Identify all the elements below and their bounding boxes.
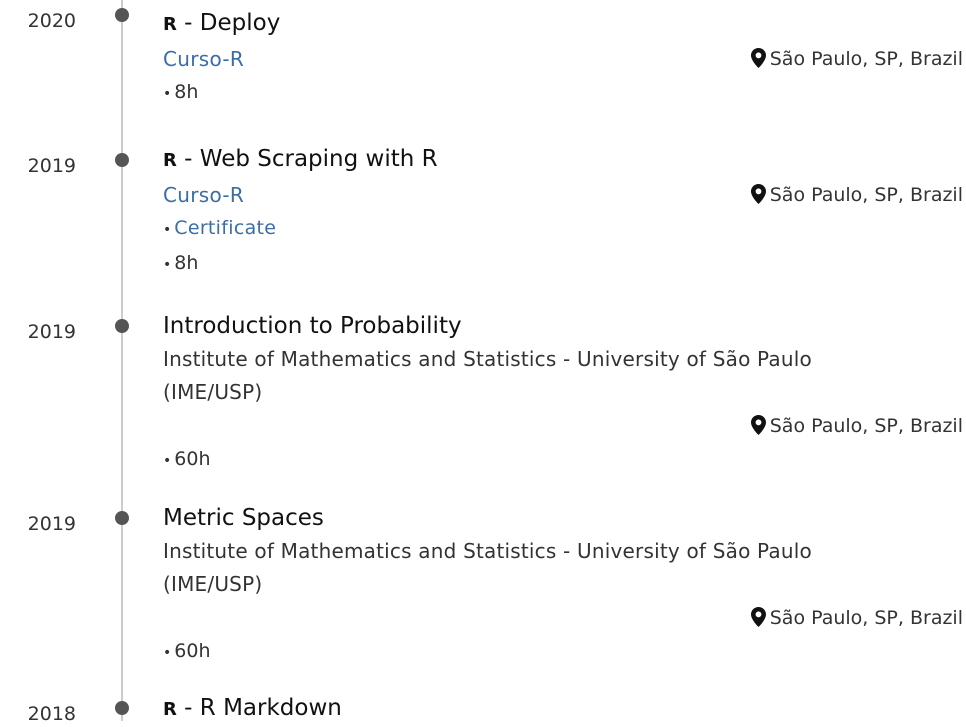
r-logo-icon: R [163,699,177,720]
entry-title: R - Web Scraping with R [163,142,963,178]
timeline-dot [115,8,129,22]
institution-row: Curso-R São Paulo, SP, Brazil [163,42,963,76]
bullet: • [163,222,172,238]
detail-item: • 60h [163,635,963,670]
entry-title: R - R Markdown [163,691,963,727]
entry-year: 2019 [27,321,76,343]
entry-year: 2019 [27,513,76,535]
map-marker-icon [750,48,766,68]
entry-location: São Paulo, SP, Brazil [750,601,963,635]
institution-abbrev: (IME/USP) [163,572,263,596]
timeline-dot [115,511,129,525]
bullet: • [163,645,172,661]
map-marker-icon [750,415,766,435]
institution-name: Institute of Mathematics and Statistics … [163,539,812,563]
r-logo-icon: R [163,14,177,35]
timeline-dot [115,319,129,333]
entry-title: Metric Spaces [163,505,324,531]
detail-hours: 8h [174,252,199,274]
bullet: • [163,257,172,273]
entry-year: 2019 [27,155,76,177]
entry-year: 2020 [27,10,76,32]
entry-location: São Paulo, SP, Brazil [750,42,963,76]
entry-location: São Paulo, SP, Brazil [750,178,963,212]
timeline-line [121,0,123,721]
entry-content: Metric Spaces Institute of Mathematics a… [163,501,963,670]
r-logo-icon: R [163,150,177,171]
location-row: São Paulo, SP, Brazil [163,601,963,635]
entry-content: R - Deploy Curso-R São Paulo, SP, Brazil… [163,6,963,111]
detail-item: • 8h [163,247,963,282]
location-row: São Paulo, SP, Brazil [163,409,963,443]
institution-row: Curso-R São Paulo, SP, Brazil [163,178,963,212]
location-text: São Paulo, SP, Brazil [769,415,963,437]
institution-link[interactable]: Curso-R [163,47,244,71]
entry-title-text: - R Markdown [176,695,342,721]
detail-hours: 8h [174,81,199,103]
bullet: • [163,453,172,469]
entry-year: 2018 [27,703,76,725]
location-text: São Paulo, SP, Brazil [769,607,963,629]
detail-hours: 60h [174,640,211,662]
location-text: São Paulo, SP, Brazil [769,48,963,70]
institution-abbrev: (IME/USP) [163,380,263,404]
entry-title: R - Deploy [163,6,963,42]
entry-title: Introduction to Probability [163,313,462,339]
entry-content: R - Web Scraping with R Curso-R São Paul… [163,142,963,282]
entry-location: São Paulo, SP, Brazil [750,409,963,443]
bullet: • [163,86,172,102]
timeline-dot [115,701,129,715]
map-marker-icon [750,607,766,627]
map-marker-icon [750,184,766,204]
entry-title-text: - Web Scraping with R [176,146,438,172]
detail-item: • 8h [163,76,963,111]
entry-content: Introduction to Probability Institute of… [163,309,963,478]
institution-name: Institute of Mathematics and Statistics … [163,347,812,371]
entry-content: R - R Markdown [163,691,963,727]
entry-title-text: - Deploy [176,10,281,36]
detail-item: • 60h [163,443,963,478]
timeline-dot [115,153,129,167]
detail-item: • Certificate [163,212,963,247]
detail-hours: 60h [174,448,211,470]
location-text: São Paulo, SP, Brazil [769,184,963,206]
certificate-link[interactable]: Certificate [174,217,276,239]
institution-link[interactable]: Curso-R [163,183,244,207]
